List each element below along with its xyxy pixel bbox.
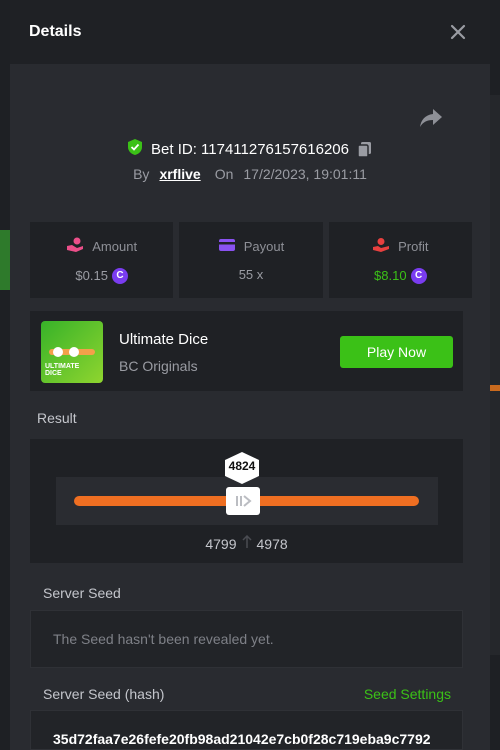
bet-meta-row: By xrflive On 17/2/2023, 19:01:11 [10,166,490,182]
stat-payout-value: 55 x [238,267,264,282]
stat-profit-label: Profit [398,238,429,254]
backdrop-orange-mark [490,385,500,391]
game-provider: BC Originals [119,358,198,374]
coin-icon: C [410,267,427,284]
copy-icon[interactable] [357,141,373,158]
server-seed-text: The Seed hasn't been revealed yet. [53,631,274,647]
by-label: By [133,166,150,182]
thumb-dot [53,347,63,357]
user-link[interactable]: xrflive [159,166,200,182]
shield-check-icon [127,138,143,160]
range-low: 4799 [205,535,237,552]
server-seed-box: The Seed hasn't been revealed yet. [30,610,463,668]
coin-icon: C [111,267,128,284]
bet-stats: Amount $0.15 C Payout 55 x Profit $8.10 … [30,222,472,298]
seed-settings-link[interactable]: Seed Settings [364,686,451,702]
thumb-dot [69,347,79,357]
modal-header: Details [10,0,490,64]
close-icon[interactable] [446,20,470,44]
stat-payout-label: Payout [243,239,285,254]
server-seed-hash-value[interactable]: 35d72faa7e26fefe20fb98ad21042e7cb0f28c71… [53,731,431,747]
bet-id-text: Bet ID: 117411276157616206 [151,140,349,158]
server-seed-hash-box: 35d72faa7e26fefe20fb98ad21042e7cb0f28c71… [30,710,463,750]
bet-datetime: 17/2/2023, 19:01:11 [243,166,367,182]
game-card: ULTIMATE DICE Ultimate Dice BC Originals… [30,311,463,391]
backdrop-right-panel [490,95,500,655]
server-seed-hash-label: Server Seed (hash) [43,686,165,702]
bet-id-row: Bet ID: 117411276157616206 [10,138,490,160]
share-icon[interactable] [418,106,444,130]
stat-payout: Payout 55 x [179,222,323,298]
thumb-label: ULTIMATE DICE [45,363,80,377]
bet-details-modal: Details Bet ID: 117411276157616206 By xr… [10,0,490,750]
result-panel: 4824 4799 4978 [30,439,463,563]
game-name: Ultimate Dice [119,331,209,348]
server-seed-label: Server Seed [43,585,121,601]
game-thumbnail[interactable]: ULTIMATE DICE [41,321,103,383]
backdrop-green-strip [0,230,10,290]
range-high: 4978 [256,535,288,552]
stat-profit-value: $8.10 [374,268,407,283]
slider-handle [226,487,260,515]
play-now-button[interactable]: Play Now [340,336,453,368]
arrow-up-icon [241,534,253,552]
stat-profit: Profit $8.10 C [328,222,472,298]
result-label: Result [37,410,77,426]
stat-amount-value: $0.15 [75,268,108,283]
stat-amount-label: Amount [92,238,138,254]
hand-coins-icon [66,237,84,256]
result-range: 4799 4978 [30,534,463,552]
profit-icon [372,237,390,256]
result-value: 4824 [228,459,256,473]
modal-title: Details [29,23,82,40]
on-label: On [214,166,234,182]
stat-amount: Amount $0.15 C [30,222,174,298]
card-icon [218,238,236,255]
